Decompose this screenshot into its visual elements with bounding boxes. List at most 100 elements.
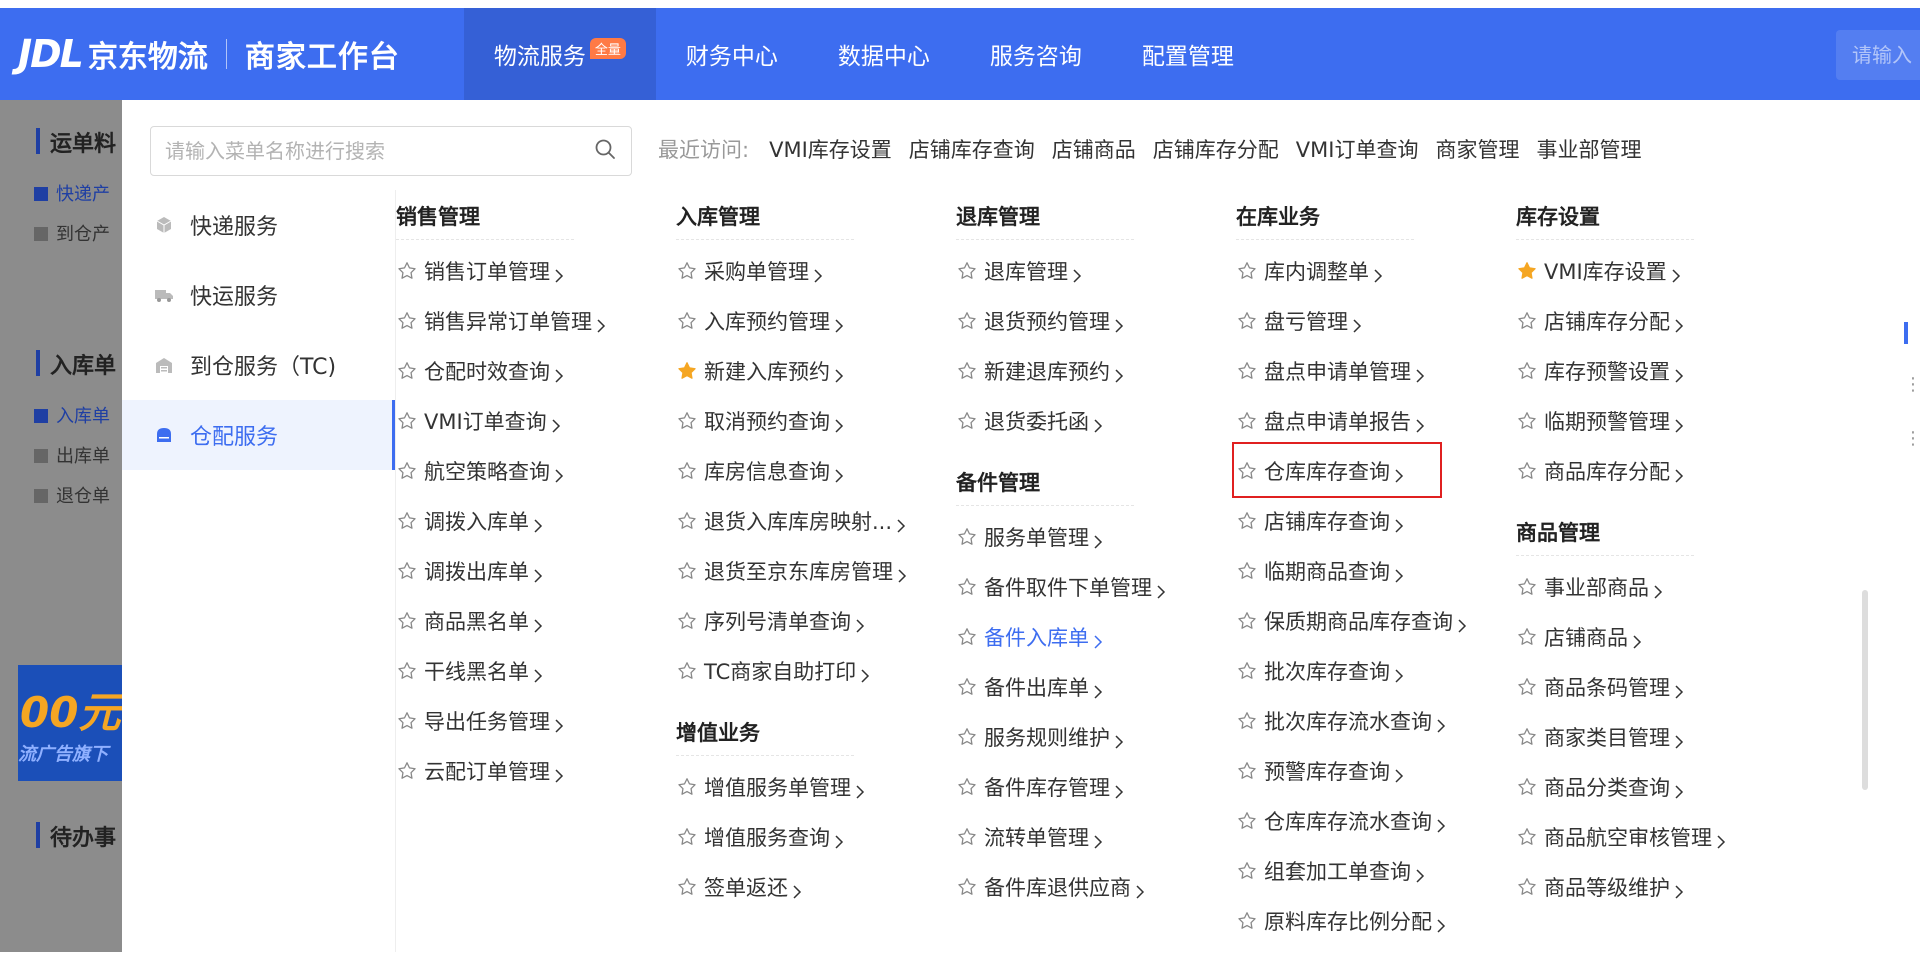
menu-item[interactable]: 库房信息查询 [676,446,946,496]
menu-item[interactable]: 退货预约管理 [956,296,1226,346]
star-outline-icon[interactable] [1516,360,1538,382]
star-outline-icon[interactable] [396,610,418,632]
menu-item[interactable]: 事业部商品 [1516,562,1786,612]
recent-link[interactable]: 事业部管理 [1536,134,1641,164]
star-outline-icon[interactable] [676,410,698,432]
menu-item[interactable]: 商品库存分配 [1516,446,1786,496]
star-outline-icon[interactable] [1516,876,1538,898]
star-outline-icon[interactable] [956,676,978,698]
star-outline-icon[interactable] [396,310,418,332]
star-outline-icon[interactable] [1236,510,1258,532]
star-outline-icon[interactable] [1516,576,1538,598]
menu-item[interactable]: 新建退库预约 [956,346,1226,396]
menu-item[interactable]: 流转单管理 [956,812,1226,862]
star-outline-icon[interactable] [396,410,418,432]
ad-banner[interactable]: 00元 流广告旗下 [18,665,122,781]
recent-link[interactable]: 店铺商品 [1052,134,1136,164]
star-outline-icon[interactable] [1236,360,1258,382]
star-filled-icon[interactable] [676,360,698,382]
star-outline-icon[interactable] [676,776,698,798]
menu-item[interactable]: 序列号清单查询 [676,596,946,646]
bg-link[interactable]: 出库单 [34,442,110,468]
menu-item[interactable]: 取消预约查询 [676,396,946,446]
menu-item[interactable]: 商品等级维护 [1516,862,1786,912]
star-outline-icon[interactable] [1236,910,1258,932]
menu-item[interactable]: 仓库库存查询 [1232,442,1506,498]
star-outline-icon[interactable] [1516,826,1538,848]
menu-item[interactable]: 商品条码管理 [1516,662,1786,712]
star-outline-icon[interactable] [1516,776,1538,798]
star-outline-icon[interactable] [396,660,418,682]
menu-item[interactable]: 退货至京东库房管理 [676,546,946,596]
menu-item[interactable]: 增值服务单管理 [676,762,946,812]
menu-item[interactable]: 服务单管理 [956,512,1226,562]
star-outline-icon[interactable] [956,726,978,748]
menu-item[interactable]: 调拨入库单 [396,496,666,546]
star-outline-icon[interactable] [956,826,978,848]
menu-item[interactable]: 增值服务查询 [676,812,946,862]
star-outline-icon[interactable] [956,260,978,282]
nav-item[interactable]: 数据中心 [808,8,960,100]
star-outline-icon[interactable] [396,710,418,732]
recent-link[interactable]: 商家管理 [1435,134,1519,164]
star-outline-icon[interactable] [956,776,978,798]
grip-icon[interactable]: ⋮⋮ [1904,428,1920,449]
star-outline-icon[interactable] [1236,860,1258,882]
star-outline-icon[interactable] [676,510,698,532]
category-storage[interactable]: 仓配服务 [122,400,395,470]
star-outline-icon[interactable] [396,510,418,532]
menu-item[interactable]: 批次库存流水查询 [1236,696,1506,746]
star-outline-icon[interactable] [1236,460,1258,482]
bg-link[interactable]: 入库单 [34,402,110,428]
star-outline-icon[interactable] [1516,310,1538,332]
category-truck[interactable]: 快运服务 [122,260,395,330]
menu-item[interactable]: 备件出库单 [956,662,1226,712]
star-outline-icon[interactable] [1236,260,1258,282]
star-outline-icon[interactable] [956,310,978,332]
recent-link[interactable]: 店铺库存查询 [909,134,1035,164]
top-search-input[interactable]: 请输入 [1836,30,1920,80]
star-outline-icon[interactable] [956,626,978,648]
category-warehouse[interactable]: 到仓服务（TC) [122,330,395,400]
star-outline-icon[interactable] [676,826,698,848]
menu-item[interactable]: 临期预警管理 [1516,396,1786,446]
nav-item[interactable]: 配置管理 [1112,8,1264,100]
recent-link[interactable]: VMI订单查询 [1296,134,1419,164]
star-outline-icon[interactable] [396,260,418,282]
nav-item[interactable]: 物流服务 全量 [463,8,656,100]
star-outline-icon[interactable] [396,560,418,582]
menu-item[interactable]: 退货入库库房映射... [676,496,946,546]
star-outline-icon[interactable] [676,460,698,482]
star-outline-icon[interactable] [1236,760,1258,782]
menu-item[interactable]: 商品分类查询 [1516,762,1786,812]
star-outline-icon[interactable] [1236,310,1258,332]
star-outline-icon[interactable] [676,610,698,632]
bg-link[interactable]: 退仓单 [34,482,110,508]
menu-item[interactable]: 批次库存查询 [1236,646,1506,696]
star-outline-icon[interactable] [676,310,698,332]
recent-link[interactable]: 店铺库存分配 [1153,134,1279,164]
star-outline-icon[interactable] [1236,810,1258,832]
menu-item[interactable]: 店铺库存查询 [1236,496,1506,546]
star-outline-icon[interactable] [956,576,978,598]
menu-item[interactable]: 店铺商品 [1516,612,1786,662]
star-outline-icon[interactable] [1516,626,1538,648]
menu-item[interactable]: 商品黑名单 [396,596,666,646]
nav-item[interactable]: 财务中心 [656,8,808,100]
star-outline-icon[interactable] [1516,410,1538,432]
menu-item[interactable]: 盘点申请单管理 [1236,346,1506,396]
star-outline-icon[interactable] [956,876,978,898]
star-outline-icon[interactable] [1236,710,1258,732]
menu-item[interactable]: 库内调整单 [1236,246,1506,296]
star-filled-icon[interactable] [1516,260,1538,282]
star-outline-icon[interactable] [1236,610,1258,632]
recent-link[interactable]: VMI库存设置 [769,134,892,164]
menu-item[interactable]: 云配订单管理 [396,746,666,796]
menu-item[interactable]: TC商家自助打印 [676,646,946,696]
menu-item[interactable]: 备件库退供应商 [956,862,1226,912]
menu-item[interactable]: 组套加工单查询 [1236,846,1506,896]
star-outline-icon[interactable] [396,360,418,382]
bg-link[interactable]: 快递产 [34,180,110,206]
menu-item[interactable]: 新建入库预约 [676,346,946,396]
star-outline-icon[interactable] [956,526,978,548]
